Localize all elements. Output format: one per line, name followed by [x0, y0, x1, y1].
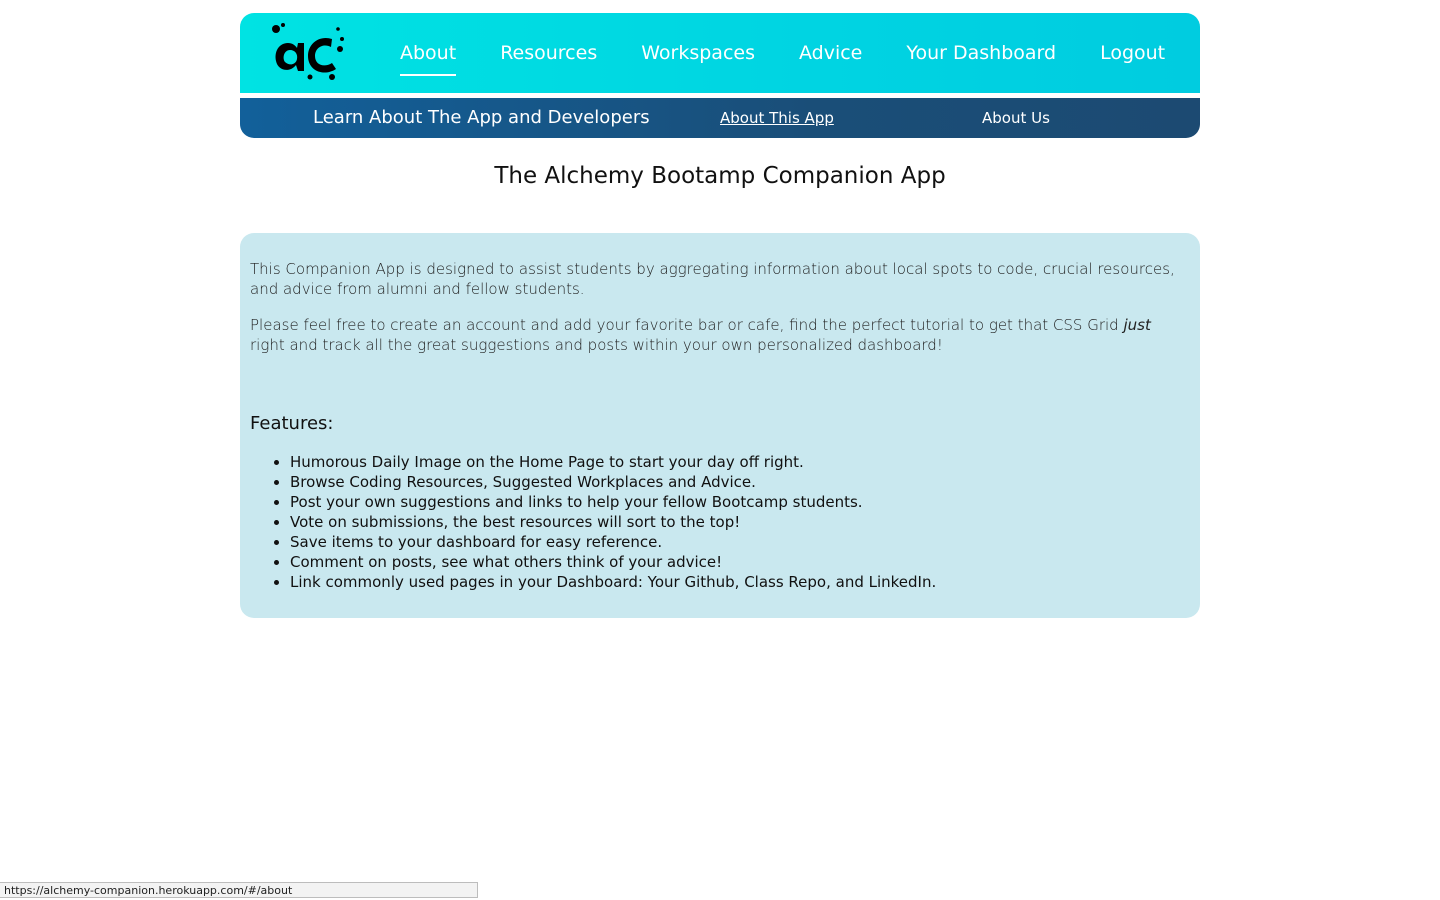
nav-your-dashboard[interactable]: Your Dashboard [906, 36, 1056, 70]
feature-item: Save items to your dashboard for easy re… [290, 532, 1190, 552]
feature-item: Comment on posts, see what others think … [290, 552, 1190, 572]
nav-logout[interactable]: Logout [1100, 36, 1165, 70]
feature-item: Humorous Daily Image on the Home Page to… [290, 452, 1190, 472]
page-title: The Alchemy Bootamp Companion App [494, 163, 946, 189]
intro-paragraph-1: This Companion App is designed to assist… [250, 260, 1175, 298]
status-bar-url: https://alchemy-companion.herokuapp.com/… [0, 882, 478, 898]
logo-icon[interactable] [270, 19, 350, 85]
page: About Resources Workspaces Advice Your D… [0, 0, 1440, 900]
intro-paragraph-2-start: Please feel free to create an account an… [250, 316, 1124, 334]
feature-item: Post your own suggestions and links to h… [290, 492, 1190, 512]
top-navigation-bar: About Resources Workspaces Advice Your D… [240, 13, 1200, 93]
nav-resources[interactable]: Resources [500, 36, 597, 70]
nav-workspaces[interactable]: Workspaces [641, 36, 755, 70]
subnav-about-us[interactable]: About Us [982, 98, 1050, 138]
intro-paragraph-2: Please feel free to create an account an… [250, 315, 1190, 355]
sub-navigation-bar: Learn About The App and Developers About… [240, 98, 1200, 138]
intro-paragraph-2-end: right and track all the great suggestion… [250, 336, 943, 354]
nav-about[interactable]: About [400, 36, 457, 76]
about-content-card: This Companion App is designed to assist… [240, 233, 1200, 618]
main-nav: About Resources Workspaces Advice Your D… [400, 13, 1209, 93]
subnav-title: Learn About The App and Developers [313, 107, 650, 128]
subnav-about-this-app[interactable]: About This App [720, 98, 834, 138]
intro-paragraph-2-emphasis: just [1123, 316, 1151, 334]
features-list: Humorous Daily Image on the Home Page to… [250, 452, 1190, 592]
feature-item: Vote on submissions, the best resources … [290, 512, 1190, 532]
nav-advice[interactable]: Advice [799, 36, 862, 70]
features-heading: Features: [250, 413, 334, 434]
feature-item: Browse Coding Resources, Suggested Workp… [290, 472, 1190, 492]
feature-item: Link commonly used pages in your Dashboa… [290, 572, 1190, 592]
